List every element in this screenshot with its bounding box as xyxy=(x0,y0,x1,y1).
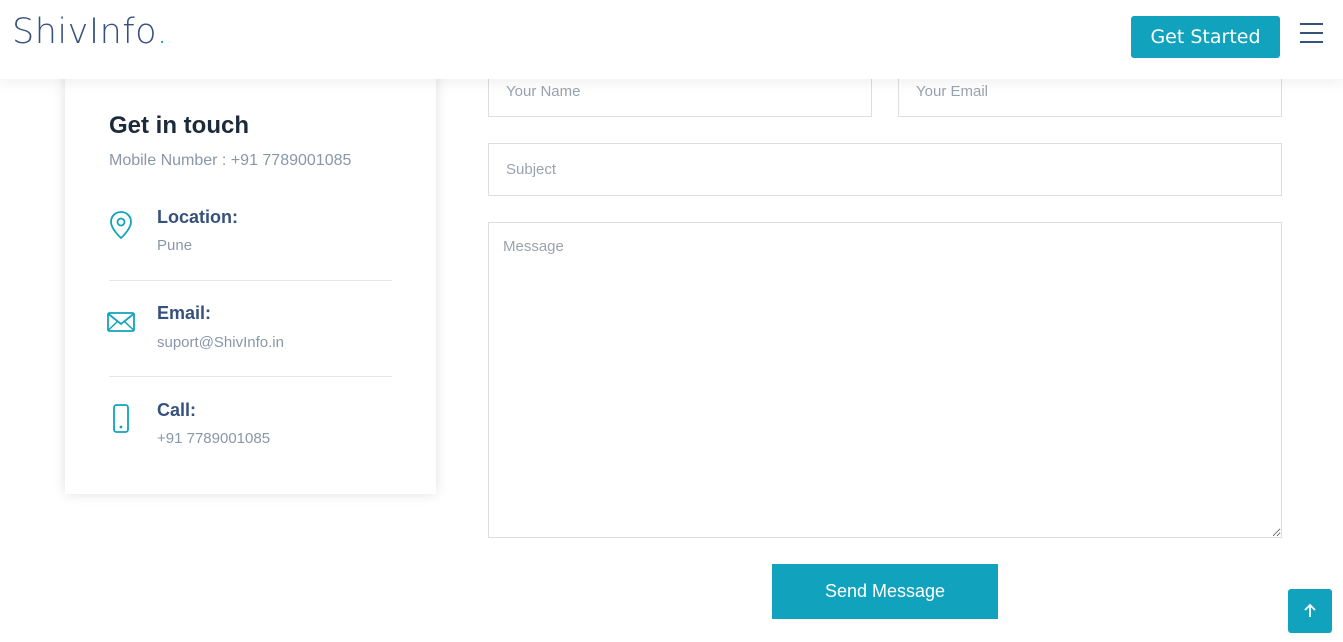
send-message-button[interactable]: Send Message xyxy=(772,564,998,619)
mobile-number-line: Mobile Number : +91 7789001085 xyxy=(109,152,352,169)
site-header: ShivInfo. Get Started xyxy=(0,0,1343,79)
site-logo[interactable]: ShivInfo. xyxy=(12,12,168,52)
get-started-button[interactable]: Get Started xyxy=(1131,16,1280,58)
mobile-phone-icon xyxy=(113,404,129,433)
location-label: Location: xyxy=(157,207,238,227)
email-label: Email: xyxy=(157,303,212,323)
contact-info-card: Get in touch Mobile Number : +91 7789001… xyxy=(65,64,436,494)
hamburger-icon[interactable] xyxy=(1300,22,1323,44)
message-textarea[interactable] xyxy=(488,222,1282,538)
envelope-icon xyxy=(107,312,135,332)
call-label: Call: xyxy=(157,400,197,420)
call-value[interactable]: +91 7789001085 xyxy=(157,430,270,447)
card-title: Get in touch xyxy=(109,112,249,139)
back-to-top-button[interactable] xyxy=(1288,589,1332,633)
divider xyxy=(109,280,392,281)
location-pin-icon xyxy=(110,211,132,240)
arrow-up-icon xyxy=(1304,603,1316,617)
divider xyxy=(109,376,392,377)
subject-input[interactable] xyxy=(488,143,1282,196)
logo-dot: . xyxy=(156,12,169,52)
location-value: Pune xyxy=(157,237,193,254)
email-value[interactable]: suport@ShivInfo.in xyxy=(157,334,284,351)
logo-text: ShivInfo xyxy=(12,12,157,52)
